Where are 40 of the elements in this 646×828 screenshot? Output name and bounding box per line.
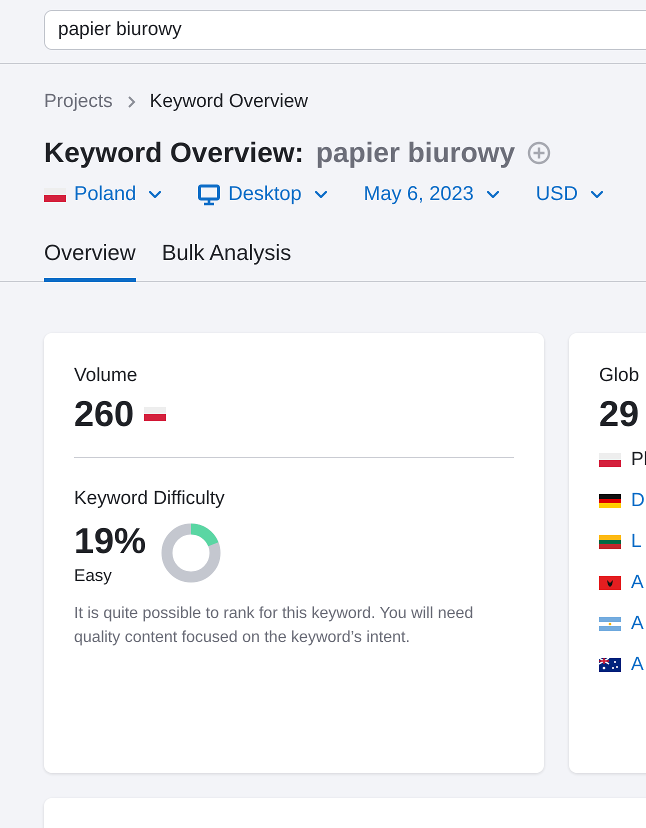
global-volume-value: 29 — [599, 393, 640, 435]
country-link[interactable]: L — [631, 531, 642, 553]
chevron-right-icon — [126, 95, 136, 109]
keyword-title: papier biurowy — [316, 137, 516, 169]
difficulty-rating: Easy — [74, 566, 113, 586]
country-link[interactable]: D — [631, 490, 645, 512]
difficulty-donut — [160, 522, 222, 584]
country-link[interactable]: A — [631, 654, 644, 676]
add-icon[interactable] — [527, 141, 552, 165]
poland-flag-icon — [144, 407, 166, 421]
volume-label: Volume — [74, 365, 138, 387]
flag-icon — [599, 535, 621, 549]
filter-dropdown[interactable]: USD — [536, 183, 604, 206]
poland-flag-icon — [44, 188, 66, 202]
page-title: Keyword Overview: — [44, 137, 304, 169]
filter-dropdown[interactable]: May 6, 2023 — [364, 183, 500, 206]
difficulty-label: Keyword Difficulty — [74, 488, 226, 510]
difficulty-description: It is quite possible to rank for this keyword. You will need quality content focused on the keyword’s intent. — [74, 604, 474, 648]
chevron-down-icon — [314, 190, 328, 199]
search-field[interactable]: papier biurowy — [44, 10, 646, 50]
difficulty-value: 19% — [74, 520, 146, 562]
flag-icon — [599, 453, 621, 467]
flag-icon — [599, 494, 621, 508]
chevron-down-icon — [590, 190, 604, 199]
tab[interactable]: Bulk Analysis — [162, 240, 292, 282]
chevron-down-icon — [486, 190, 500, 199]
country-link[interactable]: A — [631, 572, 644, 594]
flag-icon — [599, 617, 621, 631]
tab[interactable]: Overview — [44, 240, 136, 282]
breadcrumb-link[interactable]: Projects — [44, 91, 113, 113]
country-dropdown[interactable]: Poland — [44, 183, 162, 206]
monitor-icon — [198, 184, 220, 206]
flag-icon — [599, 658, 621, 672]
device-dropdown[interactable]: Desktop — [198, 183, 328, 206]
country-link[interactable]: A — [631, 613, 644, 635]
flag-icon — [599, 576, 621, 590]
breadcrumb-current: Keyword Overview — [150, 91, 308, 113]
volume-value: 260 — [74, 393, 134, 435]
chevron-down-icon — [148, 190, 162, 199]
global-volume-label: Glob — [599, 365, 640, 387]
